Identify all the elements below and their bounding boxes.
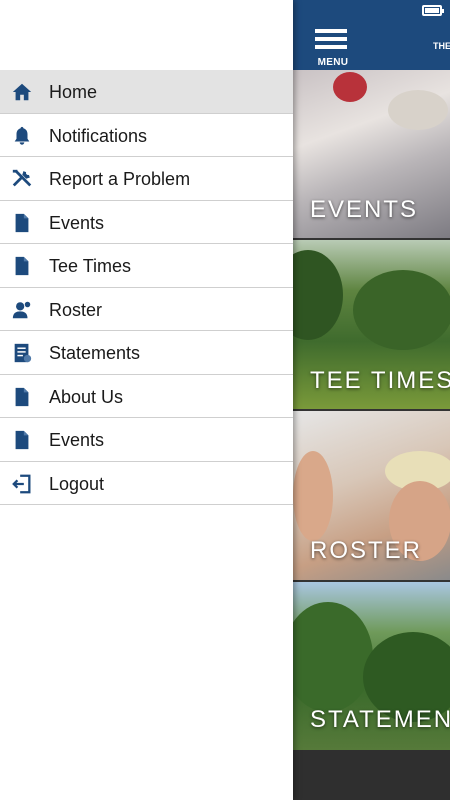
person-icon: [12, 301, 31, 318]
document-icon: [15, 213, 29, 232]
tile-statements-label: STATEMENTS: [310, 706, 450, 733]
nav-item-label: Tee Times: [49, 256, 132, 276]
nav-item-events-2[interactable]: Events: [0, 418, 293, 462]
tile-tee-times[interactable]: TEE TIMES: [293, 240, 450, 409]
tile-roster-label: ROSTER: [310, 537, 423, 564]
nav-item-statements[interactable]: Statements: [0, 331, 293, 375]
document-icon: [15, 430, 29, 450]
logout-icon: [12, 474, 31, 493]
status-bar: [293, 0, 450, 24]
plate-decoration: [388, 90, 448, 130]
nav-item-label: Statements: [49, 343, 141, 363]
tree-decoration: [353, 270, 450, 350]
menu-button[interactable]: MENU: [313, 27, 349, 68]
nav-item-notifications[interactable]: Notifications: [0, 114, 293, 157]
nav-item-label: About Us: [49, 386, 124, 407]
document-icon: [15, 387, 29, 406]
app-title: THE: [433, 41, 450, 51]
nav-item-label: Roster: [49, 299, 103, 320]
nav-item-tee-times[interactable]: Tee Times: [0, 244, 293, 288]
tile-events[interactable]: EVENTS: [293, 70, 450, 238]
app-bar: MENU THE: [293, 24, 450, 70]
battery-icon: [422, 5, 444, 16]
tile-roster[interactable]: ROSTER: [293, 411, 450, 580]
nav-item-events[interactable]: Events: [0, 201, 293, 244]
nav-item-about-us[interactable]: About Us: [0, 375, 293, 418]
tile-tee-times-label: TEE TIMES: [310, 367, 450, 394]
nav-item-label: Notifications: [49, 125, 148, 146]
menu-label: MENU: [317, 57, 349, 68]
nav-item-roster[interactable]: Roster: [0, 288, 293, 331]
nav-item-label: Home: [49, 82, 98, 102]
nav-item-label: Logout: [49, 473, 105, 494]
navigation-drawer: Home Notifications Report a Problem Even…: [0, 0, 293, 800]
nav-item-label: Report a Problem: [49, 169, 191, 189]
document-icon: [15, 256, 29, 276]
nav-item-home[interactable]: Home: [0, 70, 293, 114]
flower-decoration: [333, 72, 367, 102]
tile-events-label: EVENTS: [310, 196, 419, 223]
person-decoration: [293, 451, 333, 541]
tree-decoration: [293, 602, 373, 712]
footer-bar: [293, 750, 450, 800]
nav-item-logout[interactable]: Logout: [0, 462, 293, 505]
main-content: MENU THE EVENTS TEE TIMES ROSTER STATEME…: [293, 0, 450, 800]
statement-icon: [14, 343, 32, 363]
bell-icon: [14, 126, 30, 145]
drawer-header: [0, 0, 293, 70]
tree-decoration: [293, 250, 343, 340]
nav-item-label: Events: [49, 430, 105, 450]
nav-item-label: Events: [49, 212, 105, 233]
tile-statements[interactable]: STATEMENTS: [293, 582, 450, 750]
nav-list: Home Notifications Report a Problem Even…: [0, 70, 293, 505]
tools-icon: [12, 169, 32, 187]
nav-item-report-a-problem[interactable]: Report a Problem: [0, 157, 293, 201]
home-icon: [12, 83, 32, 101]
